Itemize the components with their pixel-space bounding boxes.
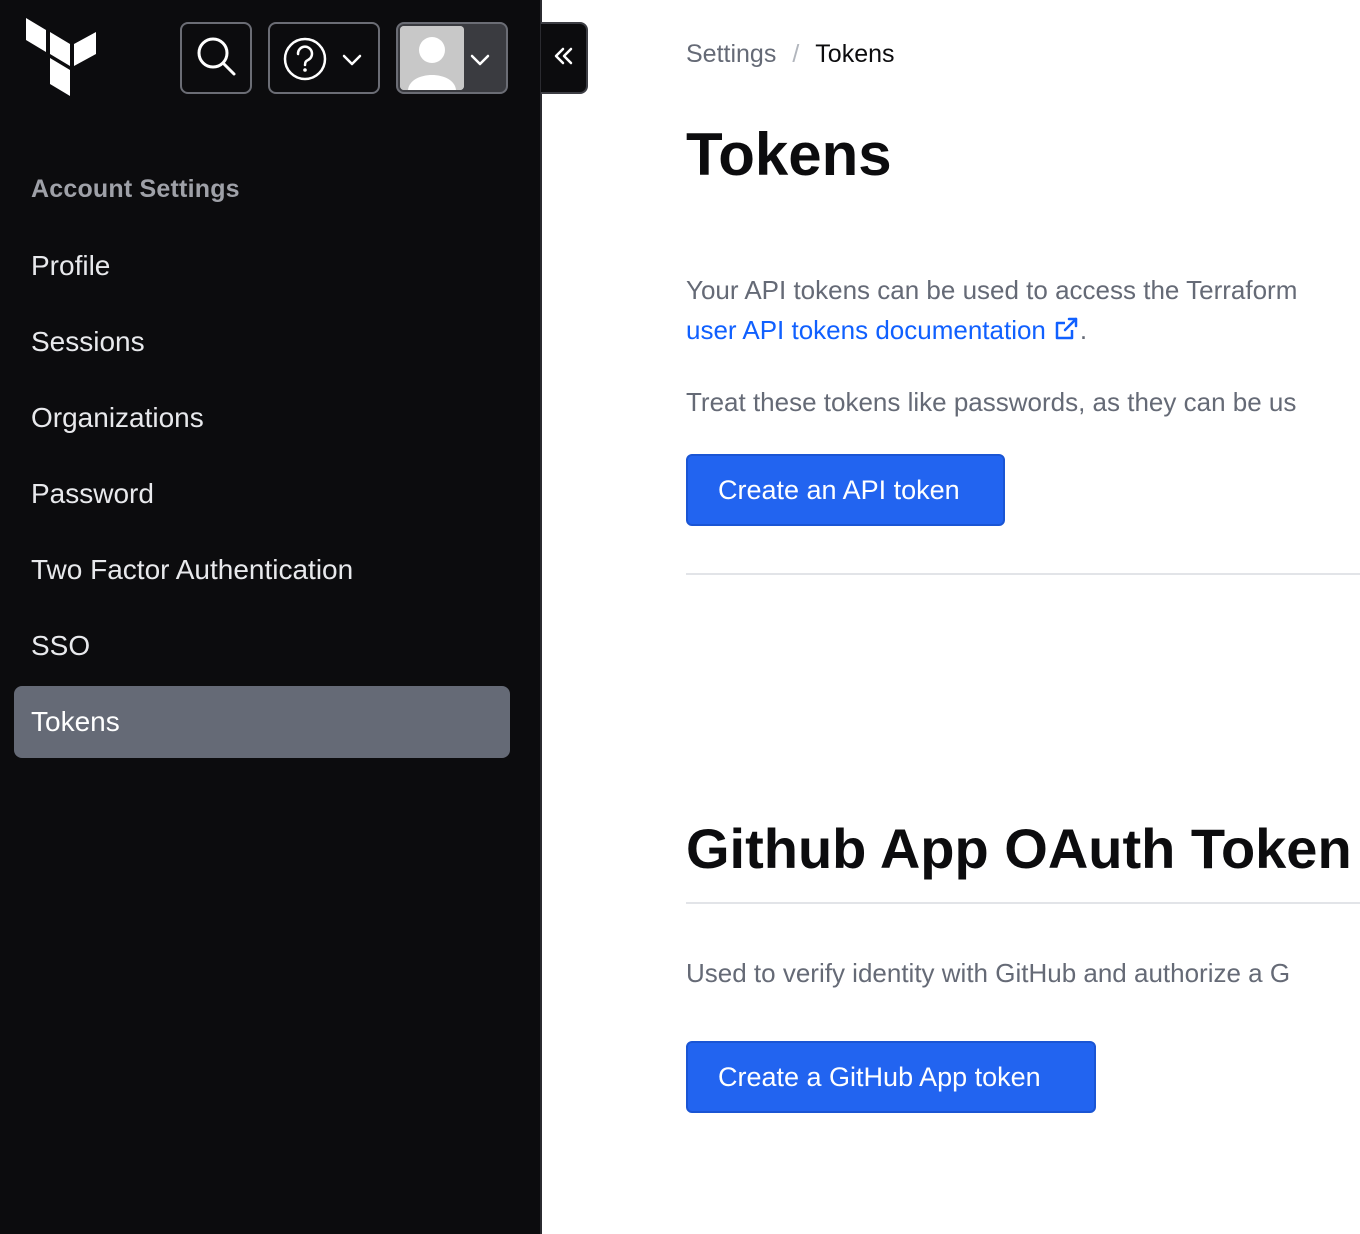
chevron-down-icon [340, 48, 364, 72]
collapse-sidebar-button[interactable] [541, 22, 588, 94]
doc-link-suffix: . [1079, 315, 1088, 345]
app-window: Account Settings Profile Sessions Organi… [0, 0, 1360, 1234]
terraform-logo-icon[interactable] [26, 18, 98, 98]
search-button[interactable] [180, 22, 252, 94]
github-description: Used to verify identity with GitHub and … [686, 958, 1291, 988]
breadcrumb-separator: / [792, 40, 800, 68]
sidebar-item-organizations[interactable]: Organizations [14, 382, 510, 454]
breadcrumb: Settings / Tokens [686, 40, 895, 69]
sidebar: Account Settings Profile Sessions Organi… [0, 0, 540, 1234]
sidebar-item-sso[interactable]: SSO [14, 610, 510, 682]
external-link-icon [1052, 314, 1080, 354]
collapse-sidebar-icon [553, 45, 575, 72]
intro-text-line: Your API tokens can be used to access th… [686, 275, 1298, 305]
github-section-divider [686, 902, 1360, 904]
main-content: Settings / Tokens Tokens Your API tokens… [542, 0, 1360, 1234]
chevron-down-icon [468, 48, 492, 72]
section-divider [686, 573, 1360, 575]
help-menu-button[interactable] [268, 22, 380, 94]
user-menu-button[interactable] [396, 22, 508, 94]
sidebar-item-profile[interactable]: Profile [14, 230, 510, 302]
doc-link-label: user API tokens documentation [686, 315, 1046, 345]
sidebar-item-sessions[interactable]: Sessions [14, 306, 510, 378]
avatar [400, 26, 464, 90]
section-heading: Account Settings [31, 175, 240, 203]
breadcrumb-current: Tokens [815, 40, 895, 68]
api-tokens-doc-link[interactable]: user API tokens documentation [686, 315, 1080, 345]
sidebar-item-password[interactable]: Password [14, 458, 510, 530]
help-icon [282, 36, 328, 87]
create-api-token-button[interactable]: Create an API token [686, 454, 1005, 526]
github-section-title: Github App OAuth Token [686, 817, 1352, 880]
create-github-app-token-button[interactable]: Create a GitHub App token [686, 1041, 1096, 1113]
warning-text: Treat these tokens like passwords, as th… [686, 387, 1297, 417]
sidebar-item-tokens[interactable]: Tokens [14, 686, 510, 758]
sidebar-item-two-factor[interactable]: Two Factor Authentication [14, 534, 510, 606]
breadcrumb-settings-link[interactable]: Settings [686, 40, 776, 69]
page-title: Tokens [686, 121, 892, 188]
intro-text: Your API tokens can be used to access th… [686, 270, 1297, 354]
search-icon [194, 34, 238, 83]
